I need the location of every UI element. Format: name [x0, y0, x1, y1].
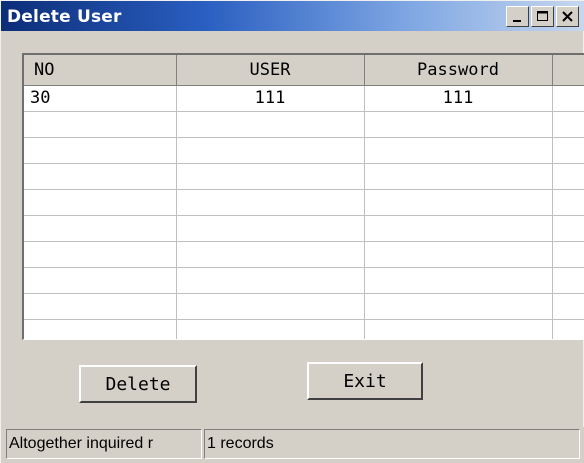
cell-password[interactable]: 111: [364, 85, 553, 112]
cell-filler: [552, 215, 584, 242]
cell-no[interactable]: [24, 137, 177, 164]
column-header-filler: [552, 55, 584, 86]
table-row[interactable]: 30 111 111: [24, 85, 584, 112]
maximize-icon: [537, 11, 548, 21]
cell-no[interactable]: [24, 319, 177, 339]
maximize-button[interactable]: [531, 6, 554, 27]
cell-no[interactable]: [24, 241, 177, 268]
column-header-password[interactable]: Password: [364, 55, 553, 86]
cell-filler: [552, 189, 584, 216]
cell-password[interactable]: [364, 215, 553, 242]
cell-user[interactable]: [176, 137, 365, 164]
cell-user[interactable]: [176, 293, 365, 320]
cell-user[interactable]: [176, 267, 365, 294]
status-label: Altogether inquired r: [6, 429, 202, 459]
user-grid[interactable]: NO USER Password 30 111 111: [22, 53, 584, 340]
table-row[interactable]: [24, 241, 584, 268]
cell-filler: [552, 267, 584, 294]
cell-no[interactable]: 30: [24, 85, 177, 112]
cell-no[interactable]: [24, 293, 177, 320]
minimize-icon: [513, 20, 521, 22]
cell-no[interactable]: [24, 163, 177, 190]
table-row[interactable]: [24, 319, 584, 339]
table-row[interactable]: [24, 137, 584, 164]
cell-user[interactable]: [176, 241, 365, 268]
cell-filler: [552, 111, 584, 138]
table-row[interactable]: [24, 267, 584, 294]
status-record-count: 1 records: [204, 429, 580, 459]
cell-user[interactable]: [176, 319, 365, 339]
cell-password[interactable]: [364, 111, 553, 138]
cell-user[interactable]: [176, 215, 365, 242]
table-row[interactable]: [24, 111, 584, 138]
cell-filler: [552, 163, 584, 190]
table-row[interactable]: [24, 293, 584, 320]
cell-password[interactable]: [364, 319, 553, 339]
status-bar: Altogether inquired r 1 records: [1, 427, 584, 463]
column-header-no[interactable]: NO: [24, 55, 177, 86]
cell-no[interactable]: [24, 267, 177, 294]
delete-user-window: Delete User NO USER Password 30 111 111 …: [0, 0, 584, 463]
delete-button[interactable]: Delete: [79, 365, 197, 403]
cell-no[interactable]: [24, 111, 177, 138]
cell-password[interactable]: [364, 137, 553, 164]
title-bar[interactable]: Delete User: [1, 1, 584, 31]
cell-password[interactable]: [364, 241, 553, 268]
window-controls: [506, 6, 579, 27]
table-row[interactable]: [24, 163, 584, 190]
cell-password[interactable]: [364, 267, 553, 294]
grid-header-row: NO USER Password: [24, 55, 584, 86]
exit-button[interactable]: Exit: [307, 362, 423, 400]
cell-no[interactable]: [24, 189, 177, 216]
table-row[interactable]: [24, 215, 584, 242]
close-button[interactable]: [556, 6, 579, 27]
minimize-button[interactable]: [506, 6, 529, 27]
column-header-user[interactable]: USER: [176, 55, 365, 86]
cell-user[interactable]: [176, 163, 365, 190]
window-title: Delete User: [7, 7, 122, 27]
cell-password[interactable]: [364, 163, 553, 190]
cell-user[interactable]: 111: [176, 85, 365, 112]
cell-user[interactable]: [176, 189, 365, 216]
cell-filler: [552, 241, 584, 268]
cell-filler: [552, 319, 584, 339]
cell-no[interactable]: [24, 215, 177, 242]
cell-password[interactable]: [364, 293, 553, 320]
cell-user[interactable]: [176, 111, 365, 138]
user-table: NO USER Password 30 111 111: [24, 55, 584, 339]
cell-filler: [552, 85, 584, 112]
cell-password[interactable]: [364, 189, 553, 216]
cell-filler: [552, 137, 584, 164]
close-icon: [562, 11, 573, 22]
cell-filler: [552, 293, 584, 320]
table-row[interactable]: [24, 189, 584, 216]
